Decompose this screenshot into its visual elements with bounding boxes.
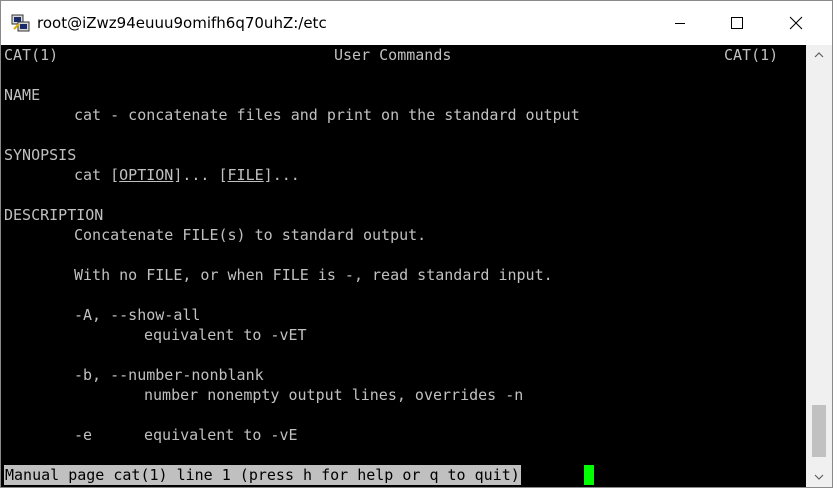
option-description: number nonempty output lines, overrides … xyxy=(144,386,524,404)
title-bar[interactable]: root@iZwz94euuu9omifh6q70uhZ:/etc xyxy=(1,1,832,45)
pager-status-bar: Manual page cat(1) line 1 (press h for h… xyxy=(4,465,521,485)
man-header-right: CAT(1) xyxy=(724,46,779,64)
chevron-down-icon xyxy=(814,474,824,480)
name-heading: NAME xyxy=(4,86,41,104)
synopsis-ellipsis: ... xyxy=(272,166,300,184)
description-line: With no FILE, or when FILE is -, read st… xyxy=(74,266,553,284)
synopsis-ellipsis: ... xyxy=(182,166,210,184)
window-title: root@iZwz94euuu9omifh6q70uhZ:/etc xyxy=(37,14,327,32)
scroll-down-button[interactable] xyxy=(806,467,832,487)
minimize-icon xyxy=(675,23,685,24)
synopsis-command: cat xyxy=(74,166,102,184)
vertical-scrollbar[interactable] xyxy=(806,45,832,487)
close-button[interactable] xyxy=(767,1,825,45)
terminal-screen[interactable]: CAT(1) User Commands CAT(1) NAME cat - c… xyxy=(1,45,806,487)
option-number-nonblank: -b, --number-nonblank xyxy=(74,366,264,384)
description-line: Concatenate FILE(s) to standard output. xyxy=(74,226,427,244)
name-description: cat - concatenate files and print on the… xyxy=(74,106,580,124)
maximize-icon xyxy=(731,17,743,29)
chevron-up-icon xyxy=(814,52,824,58)
putty-icon[interactable] xyxy=(11,13,31,33)
scrollbar-thumb[interactable] xyxy=(812,405,826,457)
synopsis-line: cat [OPTION]... [FILE]... xyxy=(74,166,300,184)
man-header-left: CAT(1) xyxy=(4,46,59,64)
description-heading: DESCRIPTION xyxy=(4,206,104,224)
option-e: -e xyxy=(74,426,93,444)
close-icon xyxy=(789,16,803,30)
synopsis-file: FILE xyxy=(227,166,264,184)
maximize-button[interactable] xyxy=(708,1,766,45)
synopsis-option: OPTION xyxy=(119,166,174,184)
terminal-window: root@iZwz94euuu9omifh6q70uhZ:/etc CAT(1)… xyxy=(0,0,833,488)
option-show-all: -A, --show-all xyxy=(74,306,201,324)
option-description: equivalent to -vE xyxy=(144,426,298,444)
minimize-button[interactable] xyxy=(651,1,709,45)
man-header-center: User Commands xyxy=(334,46,452,64)
terminal-cursor xyxy=(584,465,594,485)
synopsis-heading: SYNOPSIS xyxy=(4,146,77,164)
option-description: equivalent to -vET xyxy=(144,326,307,344)
scroll-up-button[interactable] xyxy=(806,45,832,65)
